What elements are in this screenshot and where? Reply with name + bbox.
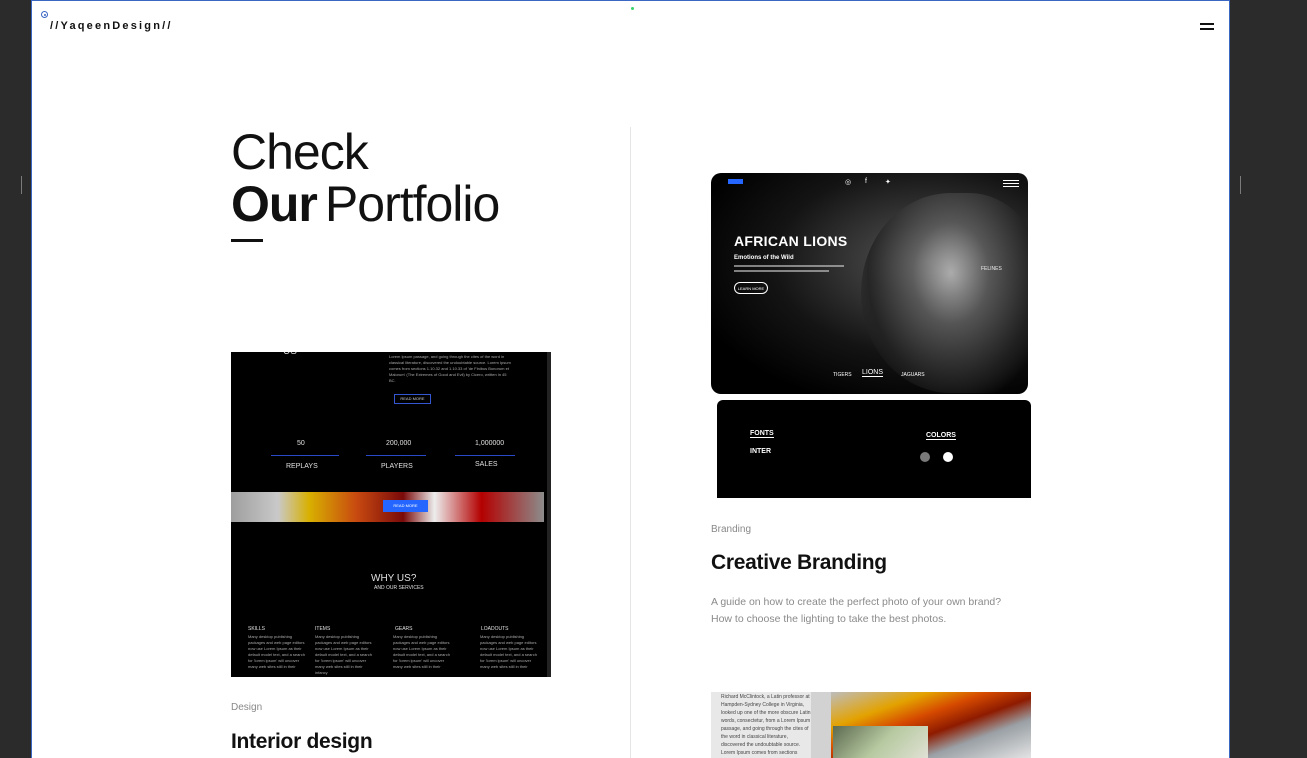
- left-resize-handle[interactable]: [21, 176, 22, 194]
- about-body: Lorem Ipsum passage, and going through t…: [389, 354, 511, 383]
- column-text: Many desktop publishing packages and web…: [248, 634, 305, 669]
- category-label[interactable]: Branding: [711, 524, 751, 535]
- stat-label: REPLAYS: [286, 463, 318, 470]
- nav-tigers[interactable]: TIGERS: [833, 372, 852, 378]
- column-text: Many desktop publishing packages and web…: [315, 634, 372, 675]
- logo-badge: [728, 179, 743, 184]
- read-more-button[interactable]: READ MORE: [394, 394, 431, 404]
- interior-design-preview[interactable]: US Lorem Ipsum passage, and going throug…: [231, 352, 551, 677]
- page-title-line2: Our Portfolio: [231, 176, 500, 232]
- column-divider: [630, 127, 631, 758]
- status-dot: [631, 7, 634, 10]
- preview-scrollbar[interactable]: [547, 352, 551, 677]
- project-title[interactable]: Creative Branding: [711, 551, 887, 575]
- hero-title: AFRICAN LIONS: [734, 233, 848, 249]
- stat-value: 50: [297, 440, 305, 447]
- stat-label: PLAYERS: [381, 463, 413, 470]
- right-resize-handle[interactable]: [1240, 176, 1241, 194]
- color-swatch-grey: [920, 452, 930, 462]
- stat-bar: [366, 455, 426, 456]
- banner-button[interactable]: READ MORE: [383, 500, 428, 512]
- side-label: FELINES: [981, 266, 1002, 272]
- title-light: Portfolio: [324, 176, 500, 232]
- hero-subtitle: Emotions of the Wild: [734, 255, 794, 261]
- column-title: ITEMS: [315, 626, 331, 632]
- preview-text-box: Richard McClintock, a Latin professor at…: [711, 692, 811, 758]
- color-swatch-white: [943, 452, 953, 462]
- project-description: A guide on how to create the perfect pho…: [711, 596, 1002, 625]
- column-title: LOADOUTS: [481, 626, 509, 632]
- column-title: SKILLS: [248, 626, 265, 632]
- why-subtitle: AND OUR SERVICES: [374, 585, 424, 591]
- page-frame: //YaqeenDesign// Check OurPortfolio US L…: [31, 0, 1230, 758]
- why-title: WHY US?: [371, 573, 417, 584]
- column-text: Many desktop publishing packages and web…: [393, 634, 450, 669]
- menu-icon[interactable]: [1200, 21, 1214, 31]
- page-title-line1: Check: [231, 124, 369, 180]
- text-line: [734, 270, 829, 272]
- project-title[interactable]: Interior design: [231, 730, 373, 754]
- colors-heading: COLORS: [926, 432, 956, 440]
- stat-bar: [271, 455, 339, 456]
- stat-value: 1,000000: [475, 440, 505, 447]
- text-line: [734, 265, 844, 267]
- nav-jaguars[interactable]: JAGUARS: [901, 372, 925, 378]
- twitter-icon[interactable]: ✦: [885, 178, 891, 186]
- stat-label: SALES: [475, 461, 498, 468]
- preview-menu-icon[interactable]: [1003, 180, 1019, 188]
- preview-art-secondary: [833, 726, 928, 758]
- about-title: US: [283, 352, 297, 357]
- preview-text: Richard McClintock, a Latin professor at…: [721, 694, 811, 756]
- site-logo[interactable]: //YaqeenDesign//: [50, 20, 173, 32]
- column-title: GEARS: [395, 626, 413, 632]
- stat-bar: [455, 455, 515, 456]
- creative-branding-preview[interactable]: ◎ f ✦ AFRICAN LIONS Emotions of the Wild…: [711, 173, 1028, 394]
- column-text: Many desktop publishing packages and web…: [480, 634, 537, 669]
- learn-more-button[interactable]: LEARN MORE: [734, 282, 768, 294]
- fonts-heading: FONTS: [750, 430, 774, 438]
- third-project-preview[interactable]: Richard McClintock, a Latin professor at…: [711, 692, 1031, 758]
- nav-lions[interactable]: LIONS: [862, 369, 884, 377]
- stat-value: 200,000: [386, 440, 412, 447]
- font-name: INTER: [750, 448, 771, 455]
- title-underline: [231, 239, 263, 242]
- facebook-icon[interactable]: f: [865, 178, 867, 185]
- category-label[interactable]: Design: [231, 702, 262, 713]
- style-guide-preview[interactable]: FONTS INTER COLORS: [717, 400, 1031, 498]
- target-icon: [41, 11, 48, 18]
- instagram-icon[interactable]: ◎: [845, 178, 851, 186]
- lion-image: [861, 193, 1028, 393]
- title-bold: Our: [231, 176, 318, 232]
